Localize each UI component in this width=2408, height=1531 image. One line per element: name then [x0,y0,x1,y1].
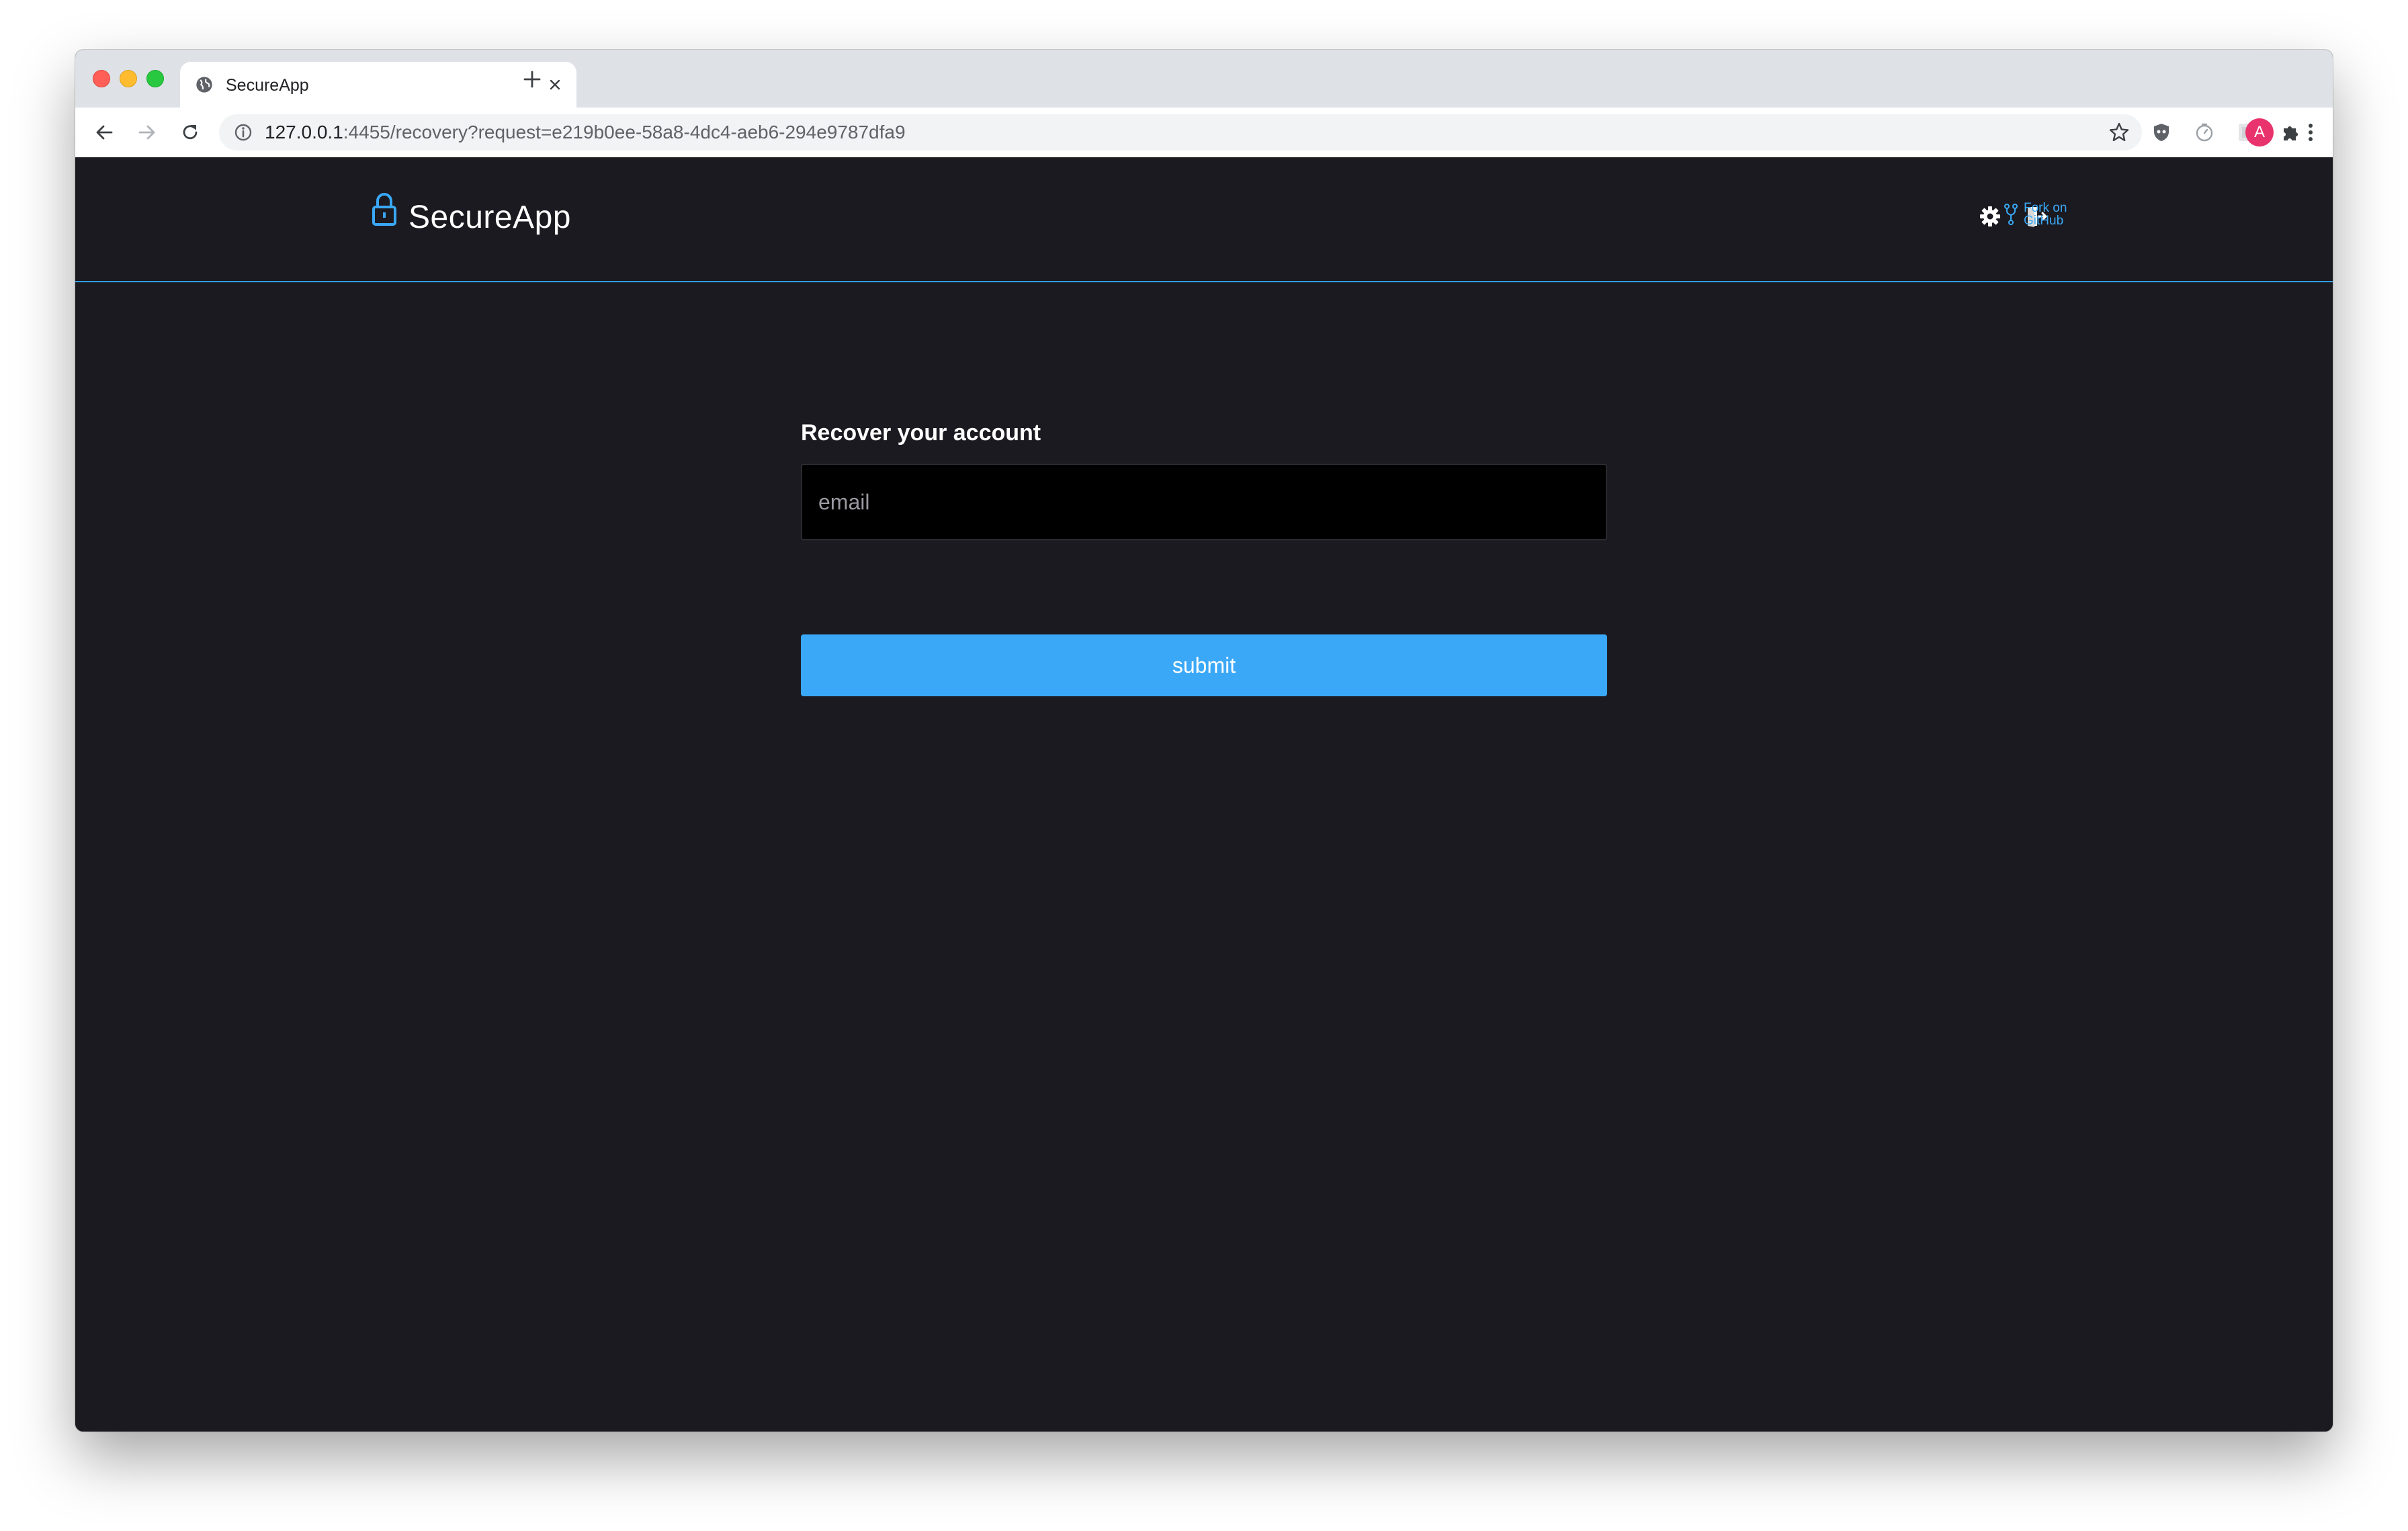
fork-on-github-link[interactable]: Fork on GitHub [2004,202,2077,227]
browser-toolbar: 127.0.0.1:4455/recovery?request=e219b0ee… [75,108,2333,158]
tab-title: SecureApp [226,76,309,95]
close-icon [550,79,560,90]
reload-icon [183,125,198,140]
arrow-left-icon [96,125,113,140]
url-host: 127.0.0.1 [265,122,343,142]
fork-icon [2004,204,2018,225]
fork-link-text: Fork on GitHub [2024,202,2077,227]
address-bar[interactable]: 127.0.0.1:4455/recovery?request=e219b0ee… [219,114,2142,151]
brand-name: SecureApp [408,199,571,235]
browser-window: SecureApp 127.0.0.1:4455/recovery?reques… [75,50,2333,1432]
arrow-right-icon [138,125,155,140]
window-maximize-button[interactable] [146,70,164,87]
submit-button[interactable]: submit [801,634,1607,696]
plus-icon [523,71,541,88]
window-close-button[interactable] [93,70,110,87]
url-text: 127.0.0.1:4455/recovery?request=e219b0ee… [265,122,906,142]
gear-icon [1980,206,2000,226]
back-button[interactable] [89,117,120,148]
new-tab-button[interactable] [516,63,548,95]
info-icon [234,124,252,141]
lock-icon [372,193,396,226]
profile-avatar[interactable]: A [2245,118,2274,147]
more-vertical-icon [2309,124,2313,141]
reload-button[interactable] [175,117,206,148]
extension-shield-button[interactable] [2149,120,2174,145]
page-viewport: SecureApp Fork on GitHub Recover your ac… [75,157,2333,1432]
app-header: SecureApp Fork on GitHub [75,157,2333,282]
timer-icon [2196,123,2213,142]
brand-home-link[interactable]: SecureApp [371,193,571,241]
shield-icon [2154,124,2169,141]
form-title: Recover your account [801,420,1041,446]
globe-icon [196,77,212,93]
bookmark-star-icon[interactable] [2108,122,2130,143]
extension-timer-button[interactable] [2192,120,2217,145]
forward-button[interactable] [132,117,163,148]
email-input[interactable] [801,464,1607,540]
tab-strip: SecureApp [75,50,2333,108]
fork-link-line2: GitHub [2024,214,2064,228]
fork-link-line1: Fork on [2024,201,2067,215]
recovery-form: Recover your account submit [801,419,1607,696]
url-path: :4455/recovery?request=e219b0ee-58a8-4dc… [343,122,906,142]
window-minimize-button[interactable] [120,70,137,87]
browser-menu-button[interactable] [2298,120,2323,145]
settings-button[interactable] [1977,203,2004,230]
